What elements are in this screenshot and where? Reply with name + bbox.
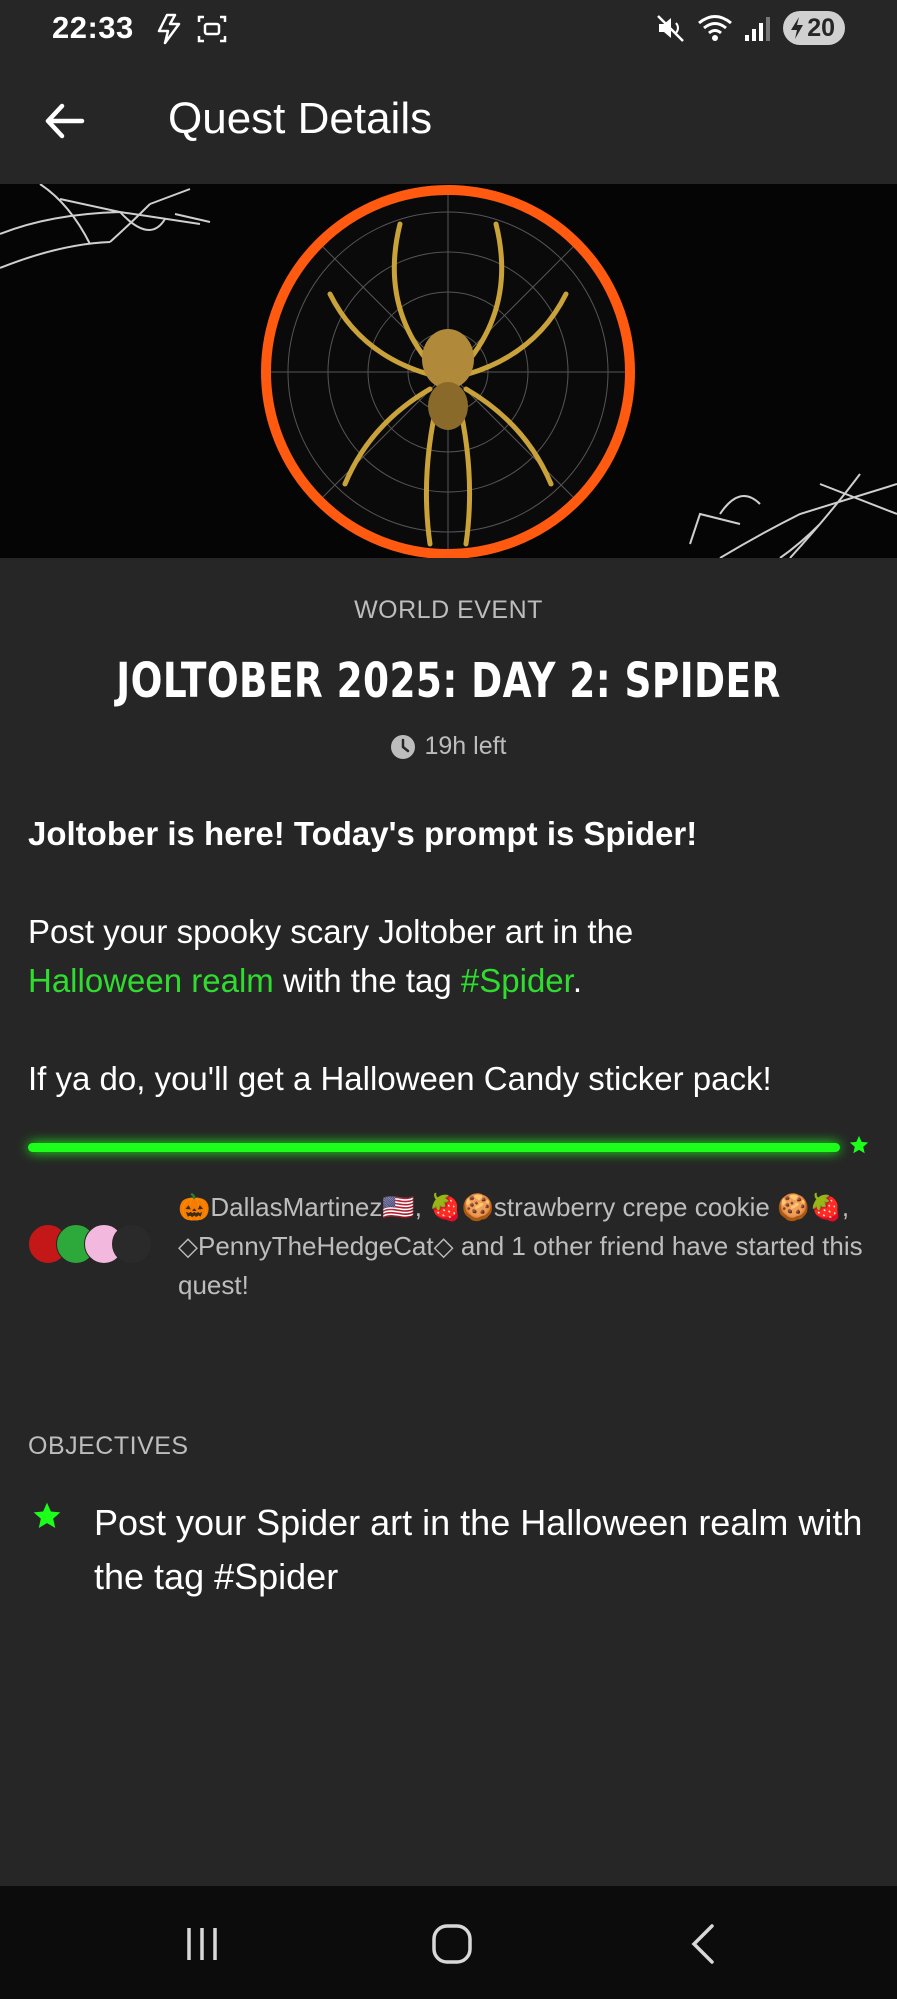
quest-progress-bar: [28, 1143, 840, 1152]
charging-icon: [791, 17, 804, 39]
recents-icon[interactable]: [172, 1922, 232, 1966]
battery-indicator: 20: [783, 11, 845, 45]
bolt-notification-icon: [157, 13, 181, 45]
home-icon[interactable]: [422, 1922, 482, 1966]
friend-avatars: [28, 1224, 158, 1268]
battery-level: 20: [807, 13, 835, 42]
quest-reward: If ya do, you'll get a Halloween Candy s…: [28, 1060, 772, 1097]
system-nav-bar: [0, 1886, 897, 1999]
status-time: 22:33: [52, 10, 134, 45]
halloween-realm-link[interactable]: Halloween realm: [28, 962, 274, 999]
clock-icon: [391, 734, 416, 759]
quest-description: Joltober is here! Today's prompt is Spid…: [28, 809, 873, 1103]
app-bar: Quest Details: [0, 58, 897, 184]
time-left-text: 19h left: [424, 732, 507, 760]
quest-title: JOLTOBER 2025: DAY 2: SPIDER: [116, 653, 781, 709]
nav-back-icon[interactable]: [674, 1922, 734, 1966]
status-right-icons: 20: [655, 11, 845, 45]
quest-banner: [0, 184, 897, 558]
event-type-label: WORLD EVENT: [354, 596, 543, 624]
objective-text: Post your Spider art in the Halloween re…: [94, 1502, 863, 1597]
objective-star-icon: [33, 1502, 61, 1528]
avatar: [112, 1224, 152, 1264]
back-arrow-icon[interactable]: [40, 96, 90, 146]
time-left: 19h left: [0, 732, 897, 761]
page-title: Quest Details: [168, 94, 433, 143]
status-left-icons: [153, 12, 229, 46]
instructions-text-1: Post your spooky scary Joltober art in t…: [28, 913, 634, 950]
progress-star-icon: [849, 1135, 869, 1154]
status-bar: 22:33 20: [0, 0, 897, 58]
instructions-text-2: with the tag: [273, 962, 461, 999]
objectives-label: OBJECTIVES: [28, 1432, 189, 1460]
screenshot-icon: [197, 15, 227, 43]
mute-icon: [657, 15, 685, 42]
signal-icon: [745, 17, 771, 41]
instructions-text-end: .: [572, 962, 582, 999]
quest-intro: Joltober is here! Today's prompt is Spid…: [28, 815, 698, 852]
spider-tag-link[interactable]: #Spider: [461, 962, 573, 999]
friends-started-text: 🎃DallasMartinez🇺🇸, 🍓🍪strawberry crepe co…: [178, 1192, 863, 1300]
quest-instructions: Post your spooky scary Joltober art in t…: [28, 907, 873, 1005]
cobweb-decoration: [0, 184, 897, 558]
wifi-icon: [698, 15, 733, 41]
